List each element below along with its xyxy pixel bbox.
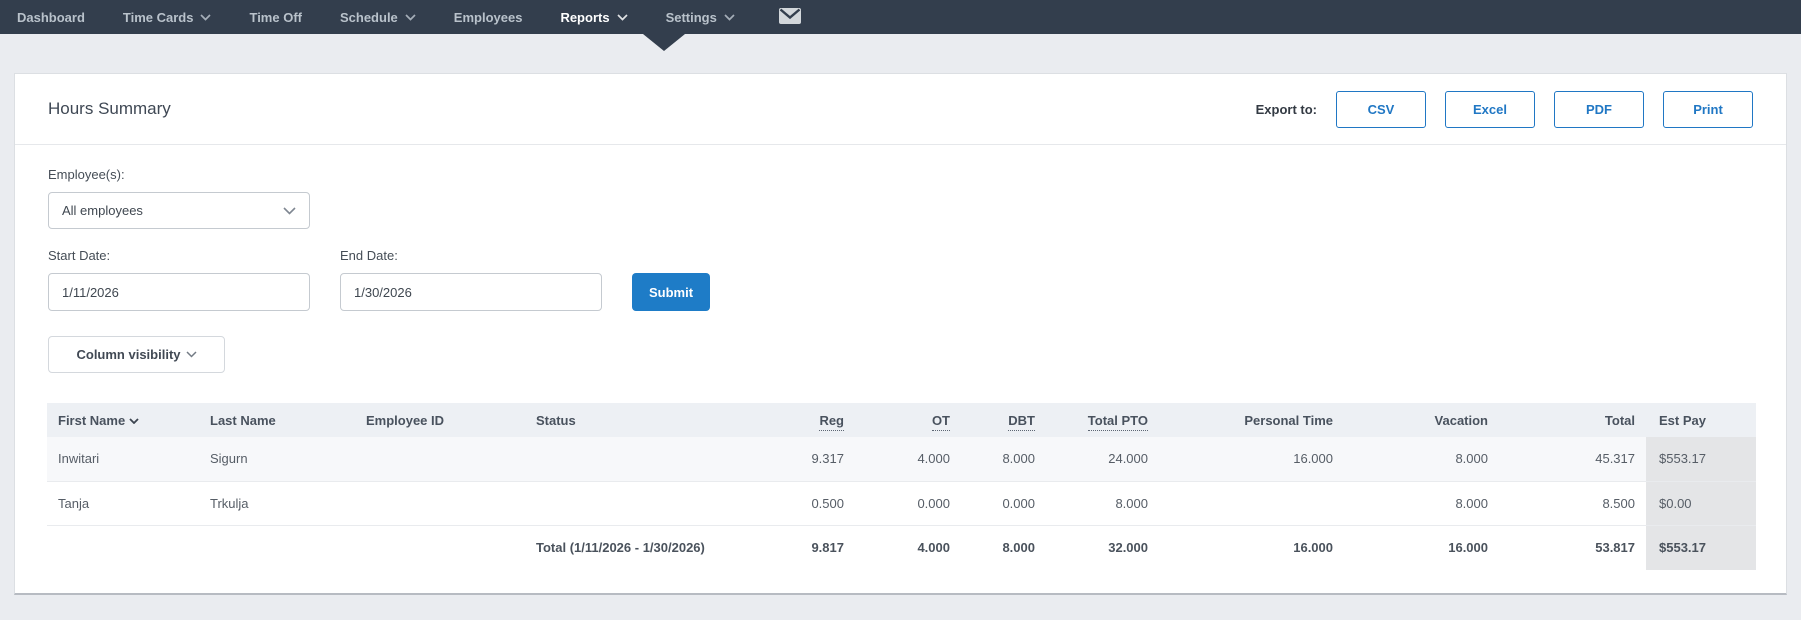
cell-reg: 9.317	[811, 451, 844, 467]
hours-summary-card: Hours Summary Export to: CSV Excel PDF P…	[14, 73, 1787, 595]
nav-item-schedule[interactable]: Schedule	[340, 10, 416, 25]
total-total-pto: 32.000	[1108, 540, 1148, 556]
cell-status	[525, 481, 700, 525]
nav-item-label: Employees	[453, 9, 523, 25]
cell-reg: 0.500	[811, 495, 844, 511]
submit-button[interactable]: Submit	[632, 273, 710, 311]
total-vacation: 16.000	[1448, 540, 1488, 556]
export-pdf-button[interactable]: PDF	[1554, 90, 1644, 128]
card-header: Hours Summary Export to: CSV Excel PDF P…	[15, 74, 1786, 145]
nav-item-label: Reports	[560, 9, 610, 25]
col-header-est-pay[interactable]: Est Pay	[1646, 403, 1756, 437]
cell-total: 45.317	[1595, 451, 1635, 467]
sort-desc-icon	[129, 416, 139, 428]
cell-employee-id	[355, 437, 525, 481]
total-personal-time: 16.000	[1293, 540, 1333, 556]
nav-item-label: Time Off	[249, 9, 302, 25]
cell-est-pay: $0.00	[1646, 481, 1756, 525]
cell-empty	[355, 525, 525, 570]
table-header-row: First Name Last Name Employee ID Status …	[47, 403, 1756, 437]
end-date-input[interactable]	[340, 273, 602, 311]
cell-dbt: 8.000	[1002, 451, 1035, 467]
cell-total: 8.500	[1602, 495, 1635, 511]
cell-status	[525, 437, 700, 481]
hours-summary-table: First Name Last Name Employee ID Status …	[47, 403, 1756, 570]
column-visibility-label: Column visibility	[76, 347, 181, 362]
start-date-label: Start Date:	[48, 248, 111, 263]
table-row: Tanja Trkulja 0.500 0.000 0.000 8.000 8.…	[47, 481, 1756, 525]
envelope-icon	[778, 7, 801, 27]
col-header-last-name[interactable]: Last Name	[199, 403, 355, 437]
col-header-ot[interactable]: OT	[855, 403, 961, 437]
total-reg: 9.817	[811, 540, 844, 556]
cell-personal-time: 16.000	[1293, 451, 1333, 467]
total-dbt: 8.000	[1002, 540, 1035, 556]
col-header-personal-time[interactable]: Personal Time	[1159, 403, 1344, 437]
col-header-total[interactable]: Total	[1499, 403, 1646, 437]
cell-ot: 0.000	[917, 495, 950, 511]
col-header-status[interactable]: Status	[525, 403, 700, 437]
chevron-down-icon	[405, 13, 416, 21]
export-excel-button[interactable]: Excel	[1445, 90, 1535, 128]
nav-item-reports[interactable]: Reports	[560, 9, 628, 25]
col-header-total-pto[interactable]: Total PTO	[1046, 403, 1159, 437]
cell-personal-time	[1159, 481, 1344, 525]
nav-item-time-cards[interactable]: Time Cards	[123, 10, 212, 25]
top-navbar: Dashboard Time Cards Time Off Schedule E…	[0, 0, 1801, 34]
total-ot: 4.000	[917, 540, 950, 556]
nav-item-label: Dashboard	[17, 9, 85, 25]
employees-label: Employee(s):	[48, 167, 125, 182]
col-header-first-name[interactable]: First Name	[47, 403, 199, 437]
page-title: Hours Summary	[48, 99, 171, 118]
cell-vacation: 8.000	[1455, 451, 1488, 467]
export-csv-button[interactable]: CSV	[1336, 90, 1426, 128]
cell-total-pto: 24.000	[1108, 451, 1148, 467]
table-total-row: Total (1/11/2026 - 1/30/2026) 9.817 4.00…	[47, 525, 1756, 570]
cell-est-pay: $553.17	[1646, 437, 1756, 481]
employees-select[interactable]: All employees	[48, 192, 310, 229]
export-print-button[interactable]: Print	[1663, 90, 1753, 128]
messages-button[interactable]	[778, 7, 801, 27]
total-label: Total (1/11/2026 - 1/30/2026)	[536, 540, 705, 556]
cell-last-name: Sigurn	[210, 451, 248, 467]
cell-first-name: Inwitari	[58, 451, 100, 467]
col-header-vacation[interactable]: Vacation	[1344, 403, 1499, 437]
cell-vacation: 8.000	[1455, 495, 1488, 511]
chevron-down-icon	[200, 13, 212, 21]
chevron-down-icon	[283, 206, 296, 215]
col-header-employee-id[interactable]: Employee ID	[355, 403, 525, 437]
nav-item-settings[interactable]: Settings	[666, 10, 735, 25]
date-range-row: Start Date: End Date: Submit	[48, 248, 1753, 311]
chevron-down-icon	[616, 13, 628, 21]
filters-section: Employee(s): All employees Start Date: E…	[15, 145, 1786, 373]
chevron-down-icon	[724, 13, 735, 21]
cell-empty	[47, 525, 199, 570]
total-total: 53.817	[1595, 540, 1635, 556]
start-date-input[interactable]	[48, 273, 310, 311]
employees-select-value: All employees	[62, 203, 143, 218]
cell-total-pto: 8.000	[1115, 495, 1148, 511]
nav-item-label: Time Cards	[122, 9, 194, 25]
table-row: Inwitari Sigurn 9.317 4.000 8.000 24.000…	[47, 437, 1756, 481]
export-area: Export to: CSV Excel PDF Print	[1255, 90, 1753, 128]
col-header-dbt[interactable]: DBT	[961, 403, 1046, 437]
cell-first-name: Tanja	[58, 495, 90, 511]
cell-ot: 4.000	[917, 451, 950, 467]
nav-item-label: Schedule	[339, 9, 398, 25]
nav-item-time-off[interactable]: Time Off	[249, 10, 302, 25]
cell-employee-id	[355, 481, 525, 525]
chevron-down-icon	[185, 351, 197, 358]
active-tab-pointer	[643, 34, 685, 51]
col-header-reg[interactable]: Reg	[700, 403, 855, 437]
nav-item-dashboard[interactable]: Dashboard	[17, 10, 85, 25]
cell-dbt: 0.000	[1002, 495, 1035, 511]
end-date-label: End Date:	[340, 248, 398, 263]
cell-last-name: Trkulja	[210, 495, 249, 511]
total-est-pay: $553.17	[1646, 525, 1756, 570]
nav-item-employees[interactable]: Employees	[454, 10, 523, 25]
column-visibility-button[interactable]: Column visibility	[48, 336, 225, 373]
cell-empty	[199, 525, 355, 570]
export-to-label: Export to:	[1255, 101, 1317, 117]
nav-item-label: Settings	[665, 9, 717, 25]
